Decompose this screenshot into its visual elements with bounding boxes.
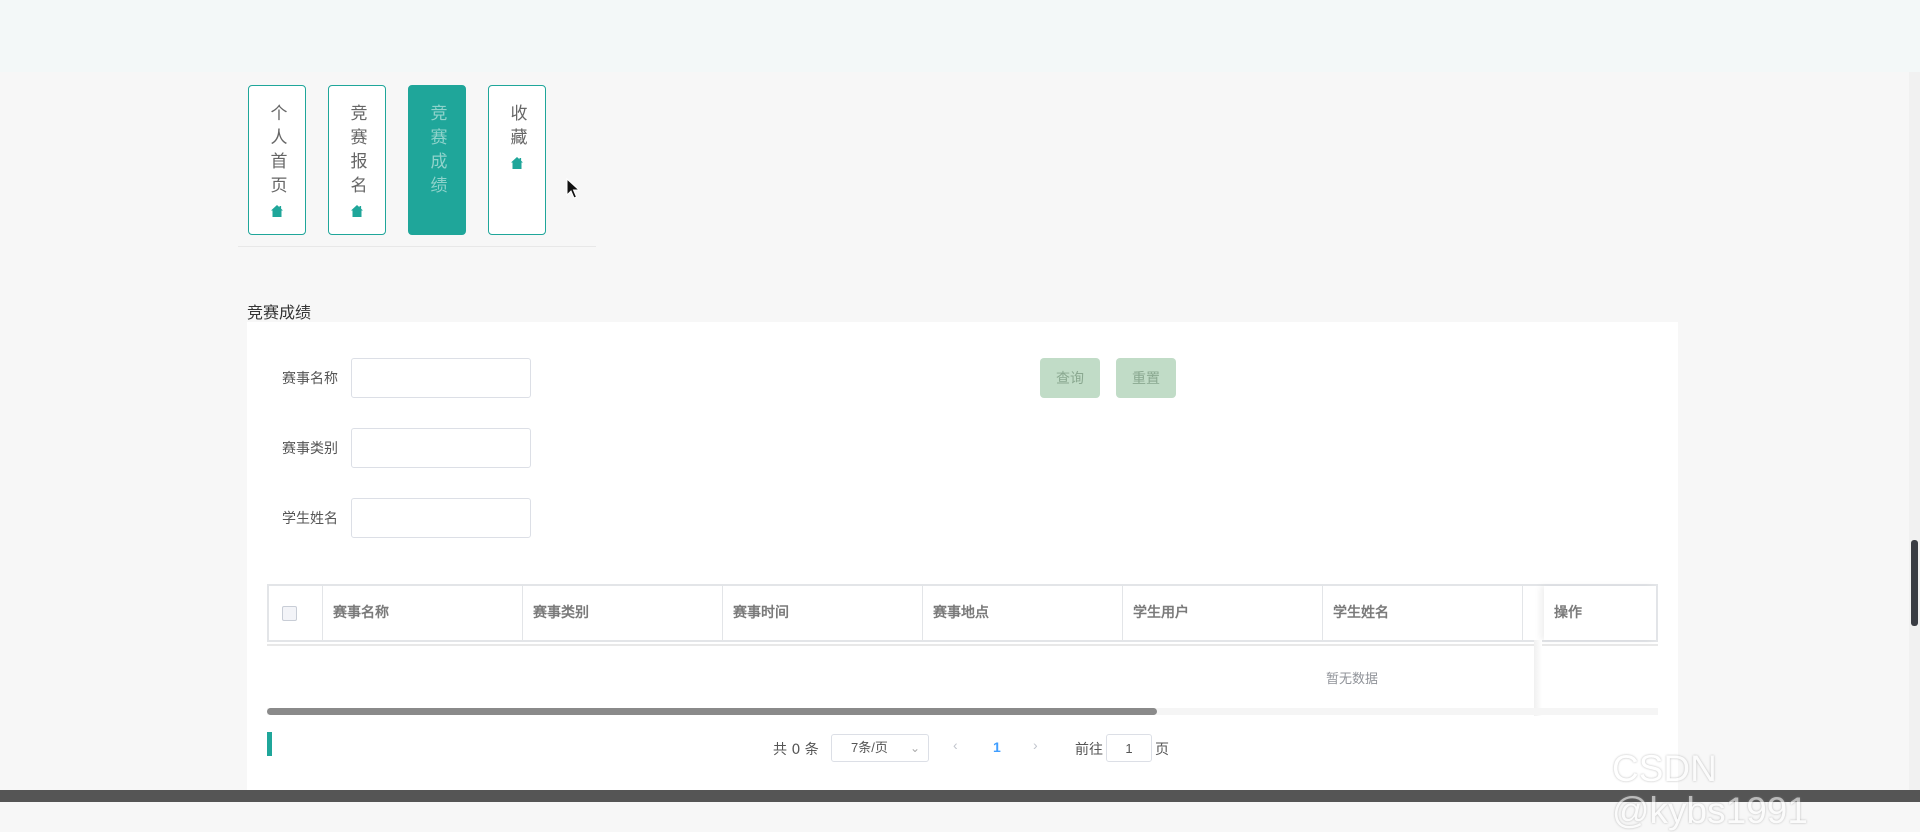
column-header[interactable]: 赛事名称 <box>323 586 523 640</box>
page-title: 竞赛成绩 <box>247 303 312 322</box>
event-category-label: 赛事类别 <box>282 441 338 457</box>
current-page-number[interactable]: 1 <box>993 739 1001 755</box>
nav-tab-label: 收藏 <box>506 104 527 152</box>
page-size-select[interactable]: 7条/页 ⌄ <box>831 734 929 762</box>
goto-prefix: 前往 <box>1075 742 1103 758</box>
nav-tab-personal-home[interactable]: 个人首页 <box>248 85 306 235</box>
column-header[interactable]: 赛事类别 <box>523 586 723 640</box>
student-name-input[interactable] <box>351 498 531 538</box>
column-header[interactable]: 赛事时间 <box>723 586 923 640</box>
watermark: CSDN @kybs1991 <box>1612 748 1808 831</box>
column-header[interactable]: 学生姓名 <box>1323 586 1523 640</box>
column-header[interactable]: 赛事地点 <box>923 586 1123 640</box>
home-icon <box>351 205 363 217</box>
page-size-value: 7条/页 <box>851 740 888 755</box>
home-icon <box>271 205 283 217</box>
top-header-bar <box>0 0 1920 72</box>
fixed-column-shadow <box>1534 640 1542 716</box>
nav-tab-label: 竞赛报名 <box>346 104 367 200</box>
home-icon <box>511 157 523 169</box>
vertical-scrollbar[interactable] <box>1911 540 1918 626</box>
chevron-down-icon: ⌄ <box>909 741 920 755</box>
event-name-input[interactable] <box>351 358 531 398</box>
goto-page-input[interactable] <box>1106 734 1152 762</box>
select-all-cell <box>269 586 323 640</box>
nav-tab-competition-signup[interactable]: 竞赛报名 <box>328 85 386 235</box>
select-all-checkbox[interactable] <box>282 606 297 621</box>
student-name-label: 学生姓名 <box>282 511 338 527</box>
event-category-input[interactable] <box>351 428 531 468</box>
table-header: 赛事名称 赛事类别 赛事时间 赛事地点 学生用户 学生姓名 操作 <box>267 584 1658 642</box>
nav-tab-favorites[interactable]: 收藏 <box>488 85 546 235</box>
nav-tab-label: 竞赛成绩 <box>426 104 447 200</box>
event-name-label: 赛事名称 <box>282 371 338 387</box>
query-button[interactable]: 查询 <box>1040 358 1100 398</box>
column-header[interactable]: 学生用户 <box>1123 586 1323 640</box>
table-header-border <box>267 644 1658 646</box>
reset-button[interactable]: 重置 <box>1116 358 1176 398</box>
nav-tab-competition-results[interactable]: 竞赛成绩 <box>408 85 466 235</box>
pagination-total: 共 0 条 <box>773 742 819 758</box>
vertical-scrollbar-track[interactable] <box>1909 72 1920 790</box>
horizontal-scrollbar[interactable] <box>267 708 1157 715</box>
column-header-actions[interactable]: 操作 <box>1544 586 1656 640</box>
empty-table-text: 暂无数据 <box>1326 672 1379 687</box>
nav-tab-label: 个人首页 <box>266 104 287 200</box>
results-table: 赛事名称 赛事类别 赛事时间 赛事地点 学生用户 学生姓名 操作 <box>267 584 1658 642</box>
nav-divider <box>238 246 596 247</box>
goto-suffix: 页 <box>1155 742 1169 758</box>
next-page-icon[interactable]: › <box>1033 737 1038 753</box>
prev-page-icon[interactable]: ‹ <box>953 737 958 753</box>
mouse-cursor-icon <box>566 178 580 199</box>
accent-bar <box>267 732 272 756</box>
